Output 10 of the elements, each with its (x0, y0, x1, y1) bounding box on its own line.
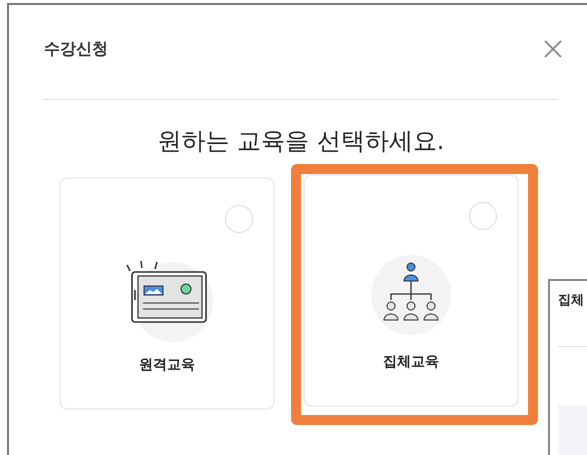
option-label: 원격교육 (139, 356, 195, 374)
option-label: 집체교육 (383, 353, 439, 371)
option-card[interactable]: 원격교육 (59, 177, 275, 410)
radio-button[interactable] (225, 205, 253, 233)
dialog-title: 집체 (558, 293, 584, 308)
close-icon[interactable] (544, 40, 562, 58)
dialog-heading: 원하는 교육을 선택하세요. (156, 126, 446, 157)
dialog-title: 수강신청 (44, 38, 108, 60)
radio-button[interactable] (469, 202, 497, 230)
option-card[interactable]: 집체교육 (303, 174, 519, 407)
